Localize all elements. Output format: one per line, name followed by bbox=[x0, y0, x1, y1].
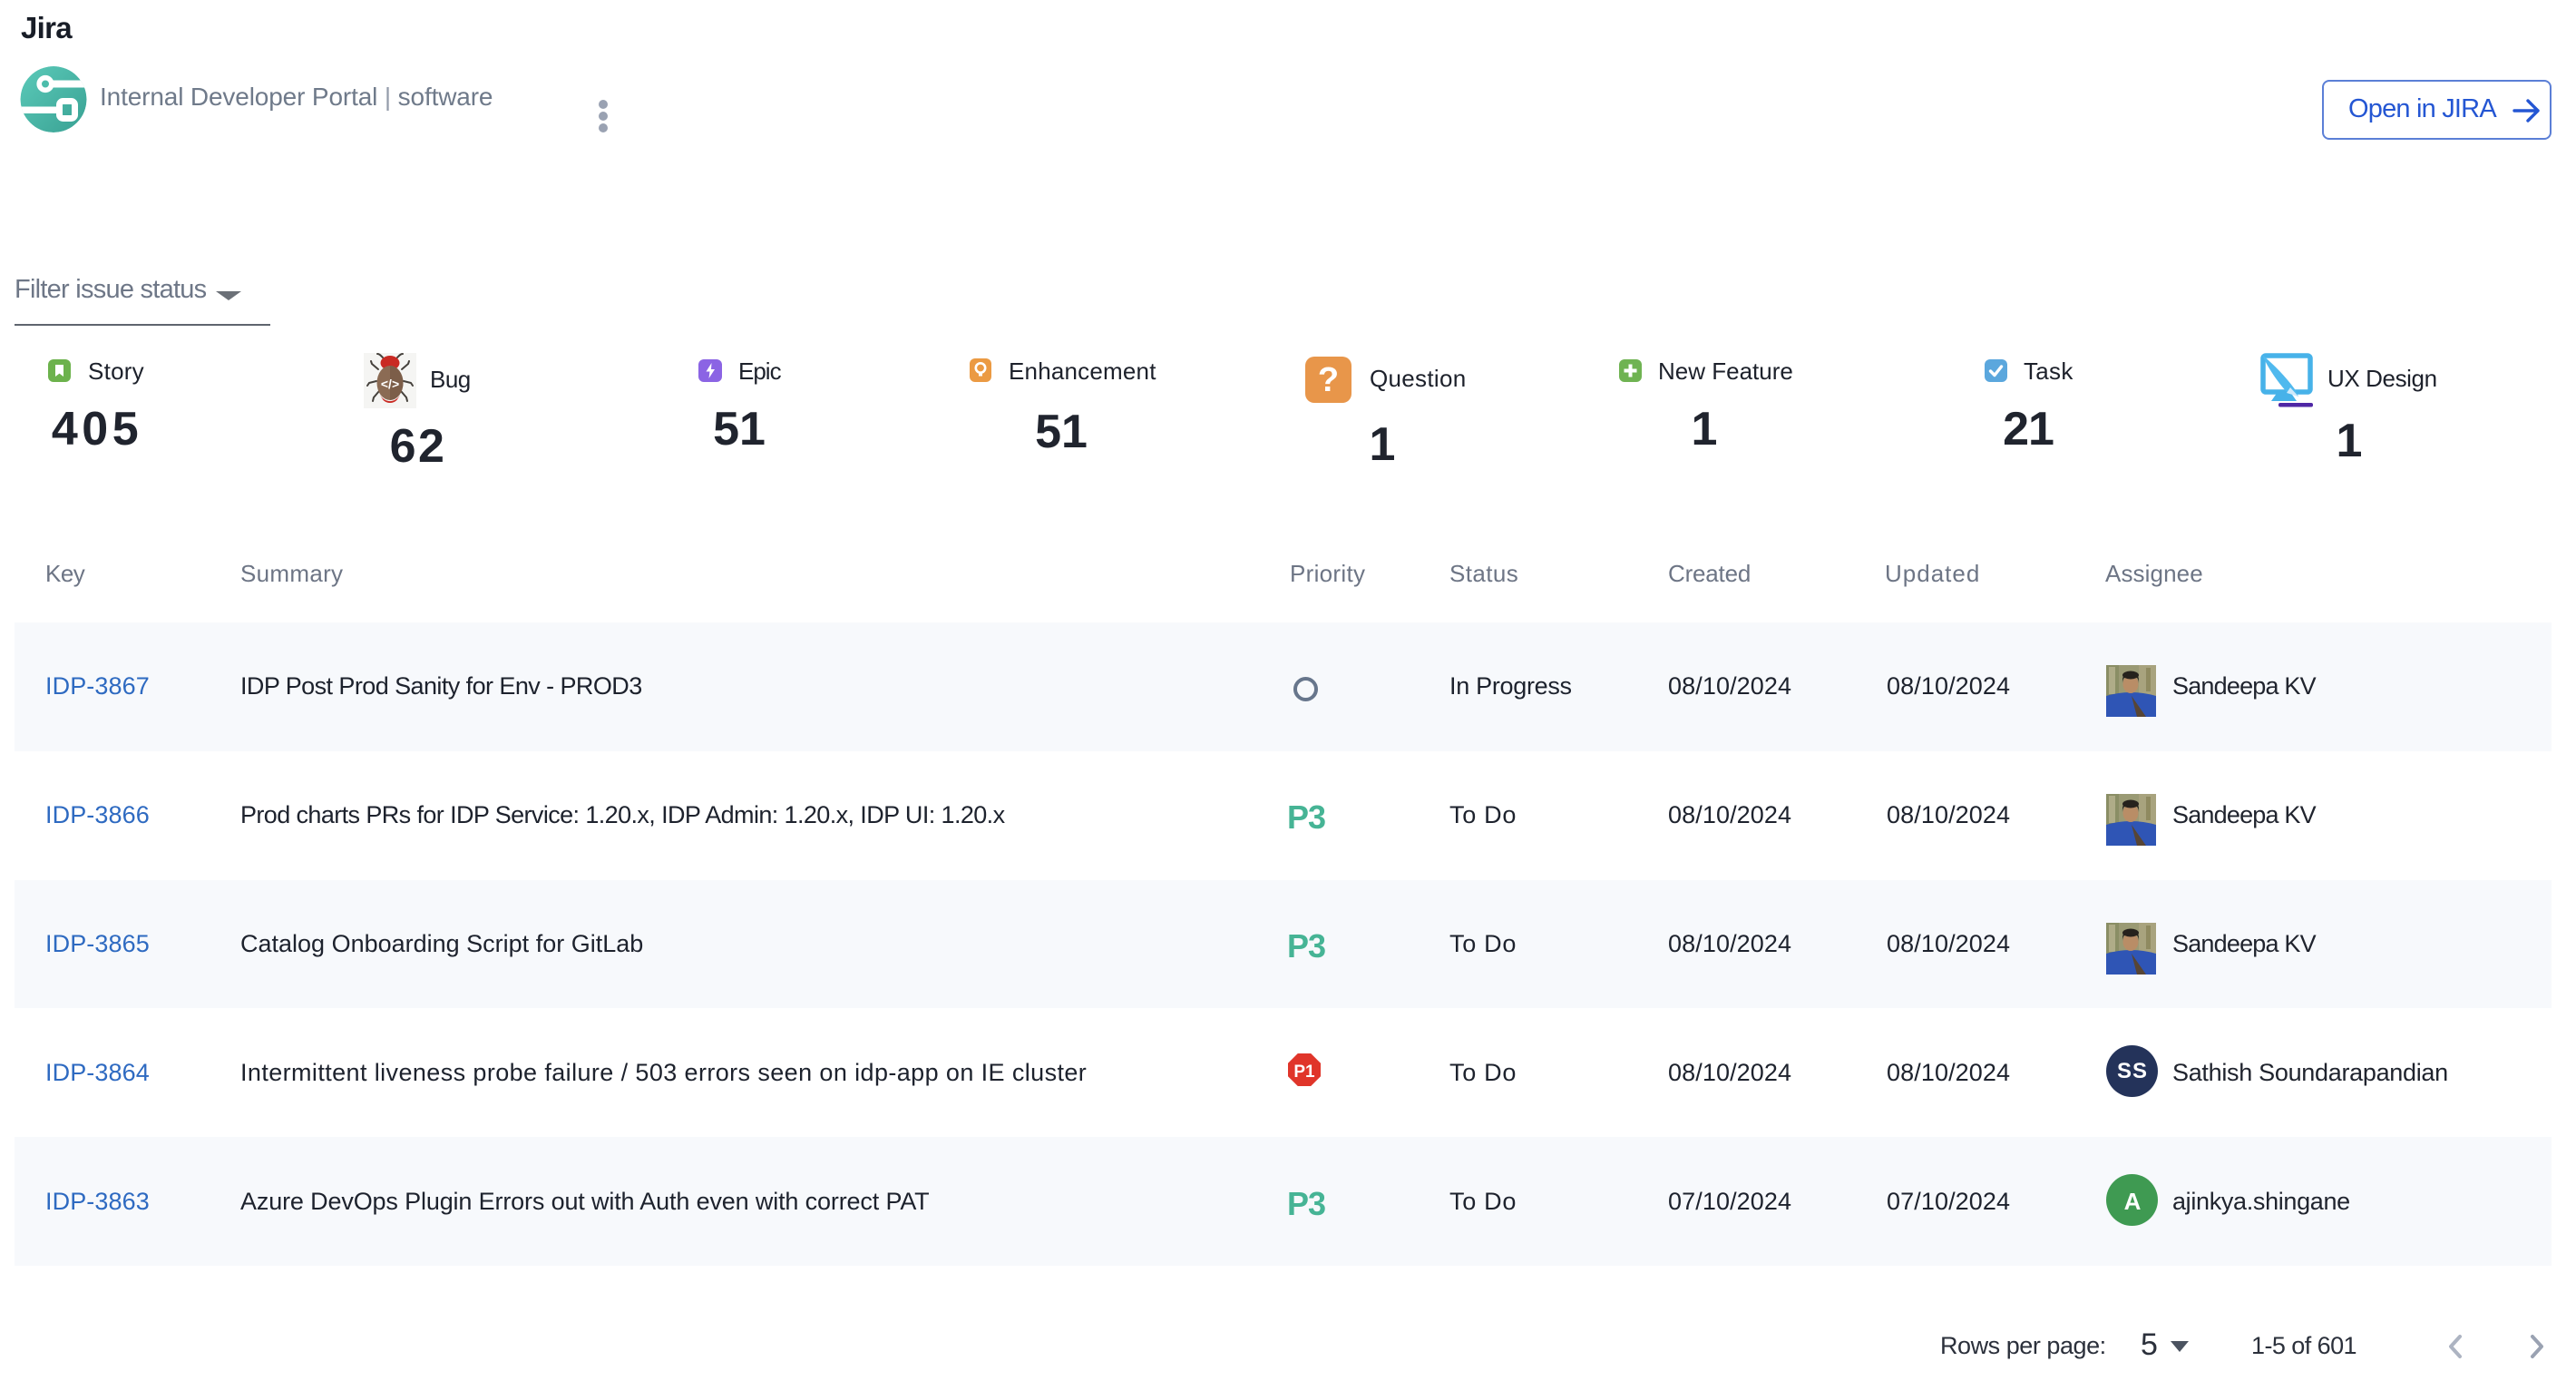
svg-text:</>: </> bbox=[381, 377, 399, 391]
svg-text:?: ? bbox=[1318, 361, 1339, 399]
